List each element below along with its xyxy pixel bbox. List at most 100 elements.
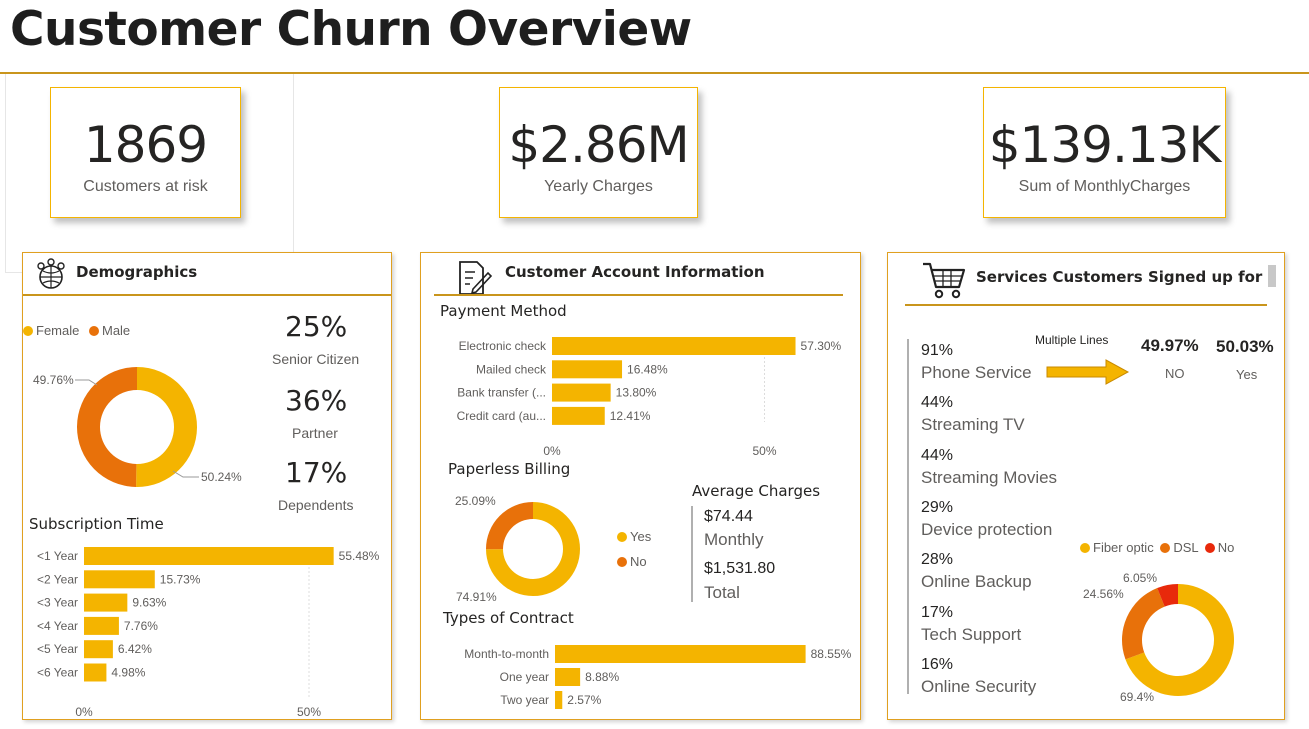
category-label: Bank transfer (...	[457, 386, 546, 400]
category-label: Mailed check	[476, 362, 547, 376]
legend-dot-yes	[617, 532, 627, 542]
kpi-label: Yearly Charges	[544, 178, 653, 195]
data-label: 9.63%	[132, 596, 166, 610]
paperless-donut-chart[interactable]: 25.09% 74.91%	[441, 487, 611, 607]
service-name: Streaming TV	[921, 415, 1025, 435]
avg-charges-title: Average Charges	[692, 482, 821, 500]
multiple-no-value: 49.97%	[1141, 336, 1199, 355]
people-globe-icon	[37, 258, 65, 289]
service-percent: 28%	[921, 551, 954, 569]
bar-2[interactable]	[552, 383, 611, 402]
data-label: 13.80%	[616, 386, 657, 400]
legend-dot-fiber	[1080, 543, 1090, 553]
service-percent: 44%	[921, 394, 954, 412]
kpi-value: $2.86M	[508, 116, 689, 174]
data-label: 16.48%	[627, 362, 668, 376]
legend-dot-no	[1204, 543, 1215, 553]
kpi-card-customers-at-risk[interactable]: 1869 Customers at risk	[50, 87, 241, 218]
data-label: 8.88%	[585, 670, 619, 684]
services-list-divider	[907, 339, 909, 694]
panel-title: Services Customers Signed up for	[976, 268, 1263, 286]
category-label: Two year	[500, 693, 549, 707]
tick-label: 50%	[752, 444, 776, 458]
document-pen-icon	[459, 261, 493, 295]
scrollbar-thumb[interactable]	[1268, 265, 1276, 287]
bar-5[interactable]	[84, 663, 107, 682]
shopping-cart-icon	[923, 262, 966, 299]
service-name: Online Security	[921, 676, 1037, 696]
category-label: Month-to-month	[464, 647, 549, 661]
kpi-card-monthly-charges[interactable]: $139.13K Sum of MonthlyCharges	[983, 87, 1226, 218]
service-name: Phone Service	[921, 363, 1032, 382]
bar-3[interactable]	[552, 406, 605, 425]
leader-line	[172, 470, 199, 478]
kpi-label: Sum of MonthlyCharges	[1018, 178, 1191, 195]
stat-value-senior: 25%	[285, 310, 348, 343]
multiple-lines-label: Multiple Lines	[1035, 333, 1109, 347]
bar-2[interactable]	[555, 691, 563, 709]
tick-label: 50%	[297, 705, 321, 719]
slice-0[interactable]	[136, 367, 197, 487]
avg-total-label: Total	[704, 583, 740, 602]
internet-legend[interactable]: Fiber optic DSL No	[1080, 540, 1234, 555]
bar-1[interactable]	[555, 668, 581, 686]
bar-3[interactable]	[84, 616, 119, 635]
paperless-legend-no[interactable]: No	[617, 554, 647, 569]
multiple-no-label: NO	[1165, 366, 1185, 381]
slice-1[interactable]	[1122, 587, 1165, 660]
kpi-card-yearly-charges[interactable]: $2.86M Yearly Charges	[499, 87, 698, 218]
slice-1[interactable]	[486, 502, 533, 550]
data-label: 7.76%	[124, 619, 158, 633]
stat-value-dependents: 17%	[285, 456, 348, 489]
service-name: Online Backup	[921, 572, 1032, 592]
payment-bar-chart[interactable]: Electronic check 57.30% Mailed check 16.48%…	[421, 337, 860, 461]
avg-charges-divider	[691, 506, 693, 602]
bar-1[interactable]	[84, 570, 155, 589]
avg-monthly-value: $74.44	[704, 508, 753, 525]
category-label: Electronic check	[459, 339, 547, 353]
gender-donut-chart[interactable]: 50.24% 49.76%	[23, 353, 263, 503]
bar-0[interactable]	[552, 337, 796, 355]
category-label: One year	[500, 670, 549, 684]
service-name: Device protection	[921, 519, 1053, 539]
legend-label-no: No	[630, 554, 647, 569]
internet-donut-chart[interactable]: 6.05% 24.56% 69.4%	[1068, 563, 1278, 713]
data-label: 15.73%	[160, 572, 201, 586]
data-label: 4.98%	[111, 666, 145, 680]
avg-monthly-label: Monthly	[704, 530, 764, 549]
demographics-panel[interactable]: Demographics Female Male 50.24% 49.76% 25…	[22, 252, 392, 720]
slice-1[interactable]	[76, 367, 137, 487]
paperless-legend-yes[interactable]: Yes	[617, 529, 651, 544]
contract-bar-chart[interactable]: Month-to-month 88.55% One year 8.88% Two yea…	[421, 645, 860, 719]
data-label: 74.91%	[456, 590, 497, 604]
legend-dot-dsl	[1160, 543, 1171, 553]
legend-label-dsl: DSL	[1173, 540, 1199, 555]
subscription-bar-chart[interactable]: <1 Year 55.48% <2 Year 15.73% <3 Year 9.63% <4…	[23, 547, 391, 719]
bar-4[interactable]	[84, 640, 113, 659]
data-label: 88.55%	[811, 647, 852, 661]
avg-total-value: $1,531.80	[704, 560, 776, 577]
kpi-value: 1869	[83, 116, 208, 174]
multiple-yes-value: 50.03%	[1216, 337, 1274, 356]
panel-title: Demographics	[76, 263, 198, 281]
category-label: <4 Year	[37, 619, 78, 633]
bar-1[interactable]	[552, 360, 623, 379]
bar-0[interactable]	[84, 547, 334, 565]
data-label: 12.41%	[610, 409, 651, 423]
multiple-yes-label: Yes	[1236, 367, 1258, 382]
data-label: 2.57%	[567, 693, 601, 707]
legend-label-yes: Yes	[630, 529, 652, 544]
subscription-title: Subscription Time	[29, 515, 164, 533]
bar-0[interactable]	[555, 645, 806, 663]
legend-label-no: No	[1217, 540, 1235, 555]
services-panel[interactable]: Services Customers Signed up for 91% Phon…	[887, 252, 1285, 720]
account-panel[interactable]: Customer Account Information Payment Met…	[420, 252, 861, 720]
category-label: <1 Year	[37, 549, 78, 563]
legend-dot-no	[617, 557, 627, 567]
kpi-value: $139.13K	[988, 116, 1222, 174]
arrow-right-icon	[1046, 359, 1130, 385]
bar-2[interactable]	[84, 593, 128, 612]
legend-label-female: Female	[36, 323, 80, 338]
tick-label: 0%	[75, 705, 93, 719]
gender-legend[interactable]: Female Male	[23, 323, 130, 338]
